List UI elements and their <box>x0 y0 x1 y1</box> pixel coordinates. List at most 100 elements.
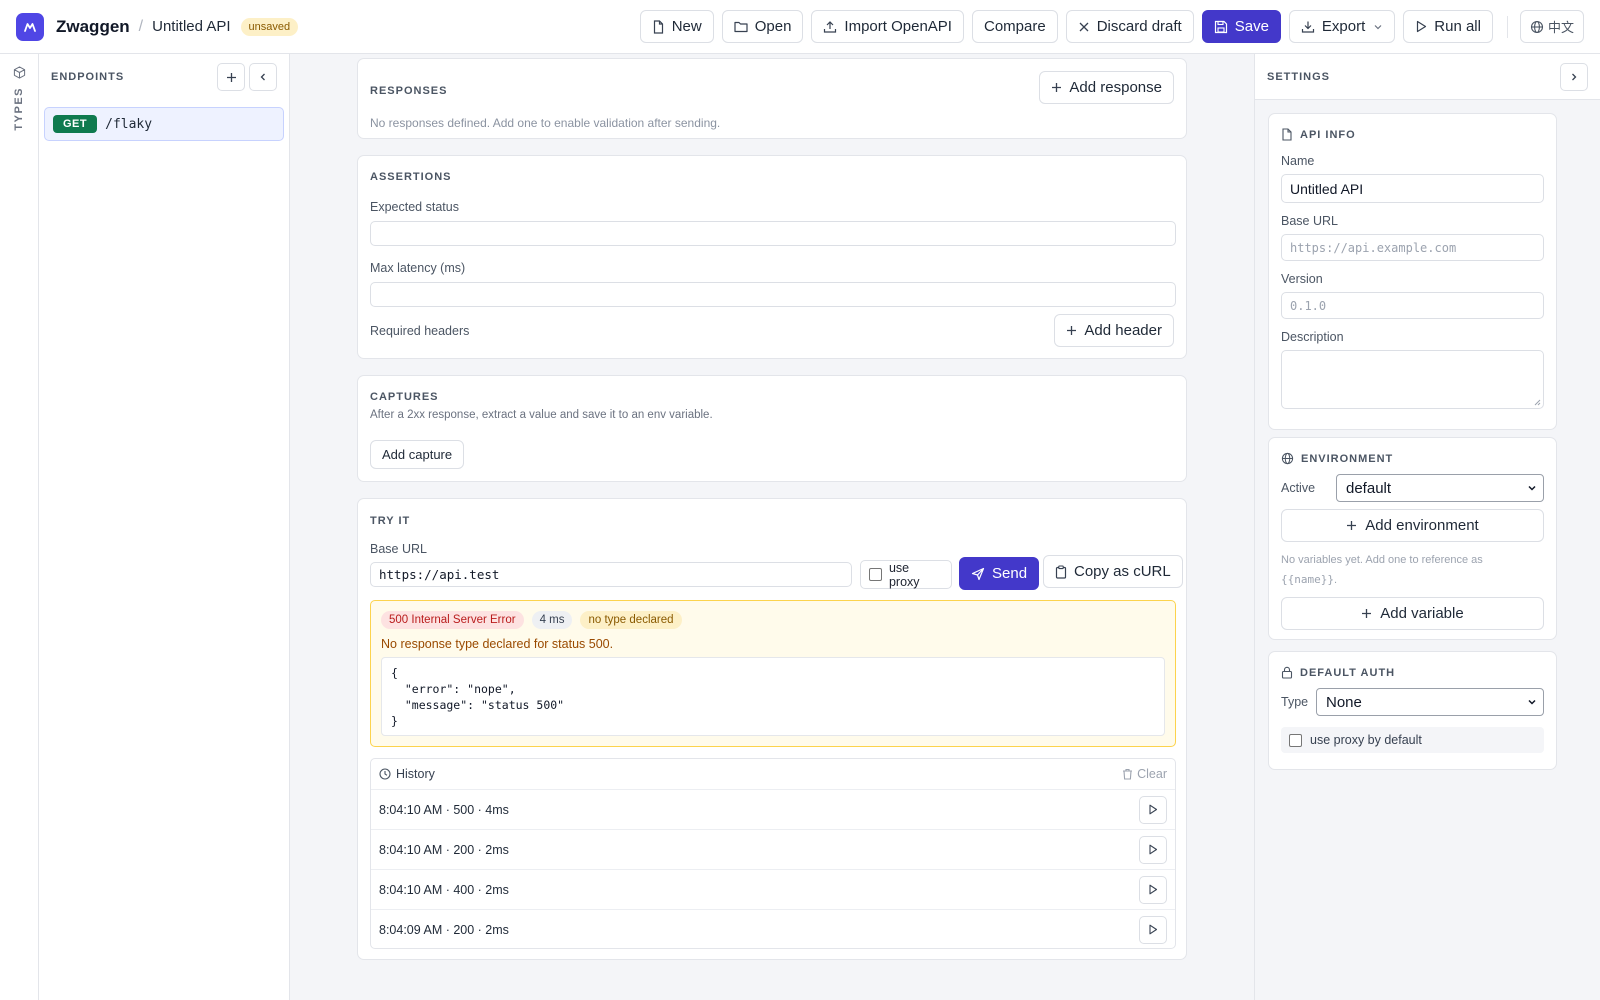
project-title[interactable]: Untitled API <box>152 18 230 35</box>
play-icon <box>1417 20 1427 33</box>
history-row[interactable]: 8:04:09 AM · 200 · 2ms <box>371 909 1175 948</box>
try-base-url-input[interactable]: https://api.test <box>370 562 852 587</box>
proxy-default-checkbox[interactable] <box>1289 733 1302 747</box>
endpoint-path: /flaky <box>105 116 153 132</box>
api-base-url-label: Base URL <box>1281 214 1338 228</box>
import-openapi-button[interactable]: Import OpenAPI <box>811 10 964 43</box>
active-env-select[interactable]: default <box>1336 474 1544 502</box>
replay-button[interactable] <box>1139 875 1167 904</box>
toolbar-divider <box>1506 15 1508 38</box>
api-version-label: Version <box>1281 272 1323 286</box>
play-icon <box>1149 924 1158 935</box>
play-icon <box>1149 804 1158 815</box>
export-button[interactable]: Export <box>1288 10 1396 43</box>
responses-title: RESPONSES <box>370 85 448 97</box>
max-latency-label: Max latency (ms) <box>370 261 466 275</box>
use-proxy-toggle[interactable]: use proxy <box>860 560 952 589</box>
body-line: { <box>391 666 398 680</box>
history-row[interactable]: 8:04:10 AM · 400 · 2ms <box>371 869 1175 909</box>
clear-history-button[interactable]: Clear <box>1122 767 1167 781</box>
language-button[interactable]: 中文 <box>1519 10 1584 43</box>
history-entry: 8:04:10 AM · 200 · 2ms <box>379 842 509 857</box>
add-response-button[interactable]: Add response <box>1039 71 1174 104</box>
replay-button[interactable] <box>1139 835 1167 864</box>
replay-button[interactable] <box>1139 915 1167 944</box>
default-auth-header: DEFAULT AUTH <box>1281 666 1544 679</box>
history-entry: 8:04:10 AM · 400 · 2ms <box>379 882 509 897</box>
new-button[interactable]: New <box>639 10 714 43</box>
send-icon <box>971 567 985 580</box>
api-info-header: API INFO <box>1281 128 1544 141</box>
plus-icon <box>1347 521 1357 530</box>
app-name: Zwaggen <box>56 16 130 36</box>
chevron-right-icon <box>1572 73 1577 80</box>
plus-icon <box>1362 609 1372 618</box>
assertions-title: ASSERTIONS <box>370 171 452 183</box>
use-proxy-checkbox[interactable] <box>869 568 882 581</box>
endpoints-header: ENDPOINTS <box>39 54 289 100</box>
plus-icon <box>1067 326 1077 335</box>
send-button[interactable]: Send <box>959 557 1040 590</box>
api-base-url-input[interactable]: https://api.example.com <box>1281 234 1544 261</box>
run-all-button[interactable]: Run all <box>1403 10 1493 43</box>
types-rail-label[interactable]: TYPES <box>13 87 25 131</box>
add-endpoint-button[interactable] <box>217 63 245 91</box>
assertions-card: ASSERTIONS Expected status Max latency (… <box>357 155 1187 359</box>
environment-card: ENVIRONMENT Active default Add environme… <box>1268 437 1557 640</box>
app-logo-icon[interactable] <box>16 12 44 41</box>
default-auth-card: DEFAULT AUTH Type None use proxy by defa… <box>1268 651 1557 770</box>
history-row[interactable]: 8:04:10 AM · 200 · 2ms <box>371 829 1175 869</box>
endpoint-item[interactable]: GET /flaky <box>44 107 284 141</box>
history-row[interactable]: 8:04:10 AM · 500 · 4ms <box>371 789 1175 829</box>
captures-description: After a 2xx response, extract a value an… <box>370 409 713 421</box>
discard-draft-button[interactable]: Discard draft <box>1065 10 1194 43</box>
globe-icon <box>1281 452 1294 465</box>
types-rail[interactable]: TYPES <box>0 54 39 1000</box>
play-icon <box>1149 844 1158 855</box>
add-header-button[interactable]: Add header <box>1054 314 1174 347</box>
expected-status-label: Expected status <box>370 200 459 214</box>
auth-type-select[interactable]: None <box>1316 688 1544 716</box>
upload-icon <box>824 20 837 33</box>
auth-type-label: Type <box>1281 695 1309 709</box>
settings-panel: SETTINGS API INFO Name Untitled API Base… <box>1254 54 1600 1000</box>
add-variable-button[interactable]: Add variable <box>1281 597 1544 630</box>
try-it-card: TRY IT Base URL https://api.test use pro… <box>357 498 1187 960</box>
environment-header: ENVIRONMENT <box>1281 452 1544 465</box>
compare-button[interactable]: Compare <box>971 10 1058 43</box>
api-description-textarea[interactable] <box>1281 350 1544 409</box>
replay-button[interactable] <box>1139 795 1167 824</box>
captures-title: CAPTURES <box>370 391 439 403</box>
proxy-default-toggle[interactable]: use proxy by default <box>1281 727 1544 753</box>
open-button[interactable]: Open <box>721 10 804 43</box>
breadcrumb-separator: / <box>138 17 144 35</box>
copy-curl-button[interactable]: Copy as cURL <box>1043 555 1183 588</box>
chevron-down-icon <box>1528 699 1536 705</box>
endpoints-panel: ENDPOINTS GET /flaky <box>39 54 290 1000</box>
required-headers-label: Required headers <box>370 324 470 338</box>
response-result-panel: 500 Internal Server Error 4 ms no type d… <box>370 600 1176 747</box>
add-capture-button[interactable]: Add capture <box>370 440 465 469</box>
result-warning: No response type declared for status 500… <box>381 637 614 651</box>
close-icon <box>1079 22 1089 31</box>
env-empty-text: No variables yet. Add one to reference a… <box>1281 554 1483 586</box>
main-content: RESPONSES Add response No responses defi… <box>290 54 1254 1000</box>
collapse-endpoints-button[interactable] <box>249 63 277 91</box>
settings-title: SETTINGS <box>1267 70 1331 83</box>
file-icon <box>653 19 663 34</box>
latency-badge: 4 ms <box>531 611 573 629</box>
max-latency-input[interactable] <box>370 282 1176 307</box>
api-version-input[interactable]: 0.1.0 <box>1281 292 1544 319</box>
active-env-label: Active <box>1281 481 1316 495</box>
collapse-settings-button[interactable] <box>1560 62 1588 91</box>
add-environment-button[interactable]: Add environment <box>1281 509 1544 542</box>
status-badge: 500 Internal Server Error <box>381 611 524 629</box>
save-button[interactable]: Save <box>1201 10 1281 43</box>
history-header: History Clear <box>371 759 1175 789</box>
history-panel: History Clear 8:04:10 AM · 500 · 4ms 8:0… <box>370 758 1176 949</box>
resize-handle-icon <box>1534 399 1541 406</box>
api-name-input[interactable]: Untitled API <box>1281 174 1544 203</box>
save-icon <box>1214 20 1227 33</box>
expected-status-input[interactable] <box>370 221 1176 246</box>
api-name-label: Name <box>1281 154 1315 168</box>
